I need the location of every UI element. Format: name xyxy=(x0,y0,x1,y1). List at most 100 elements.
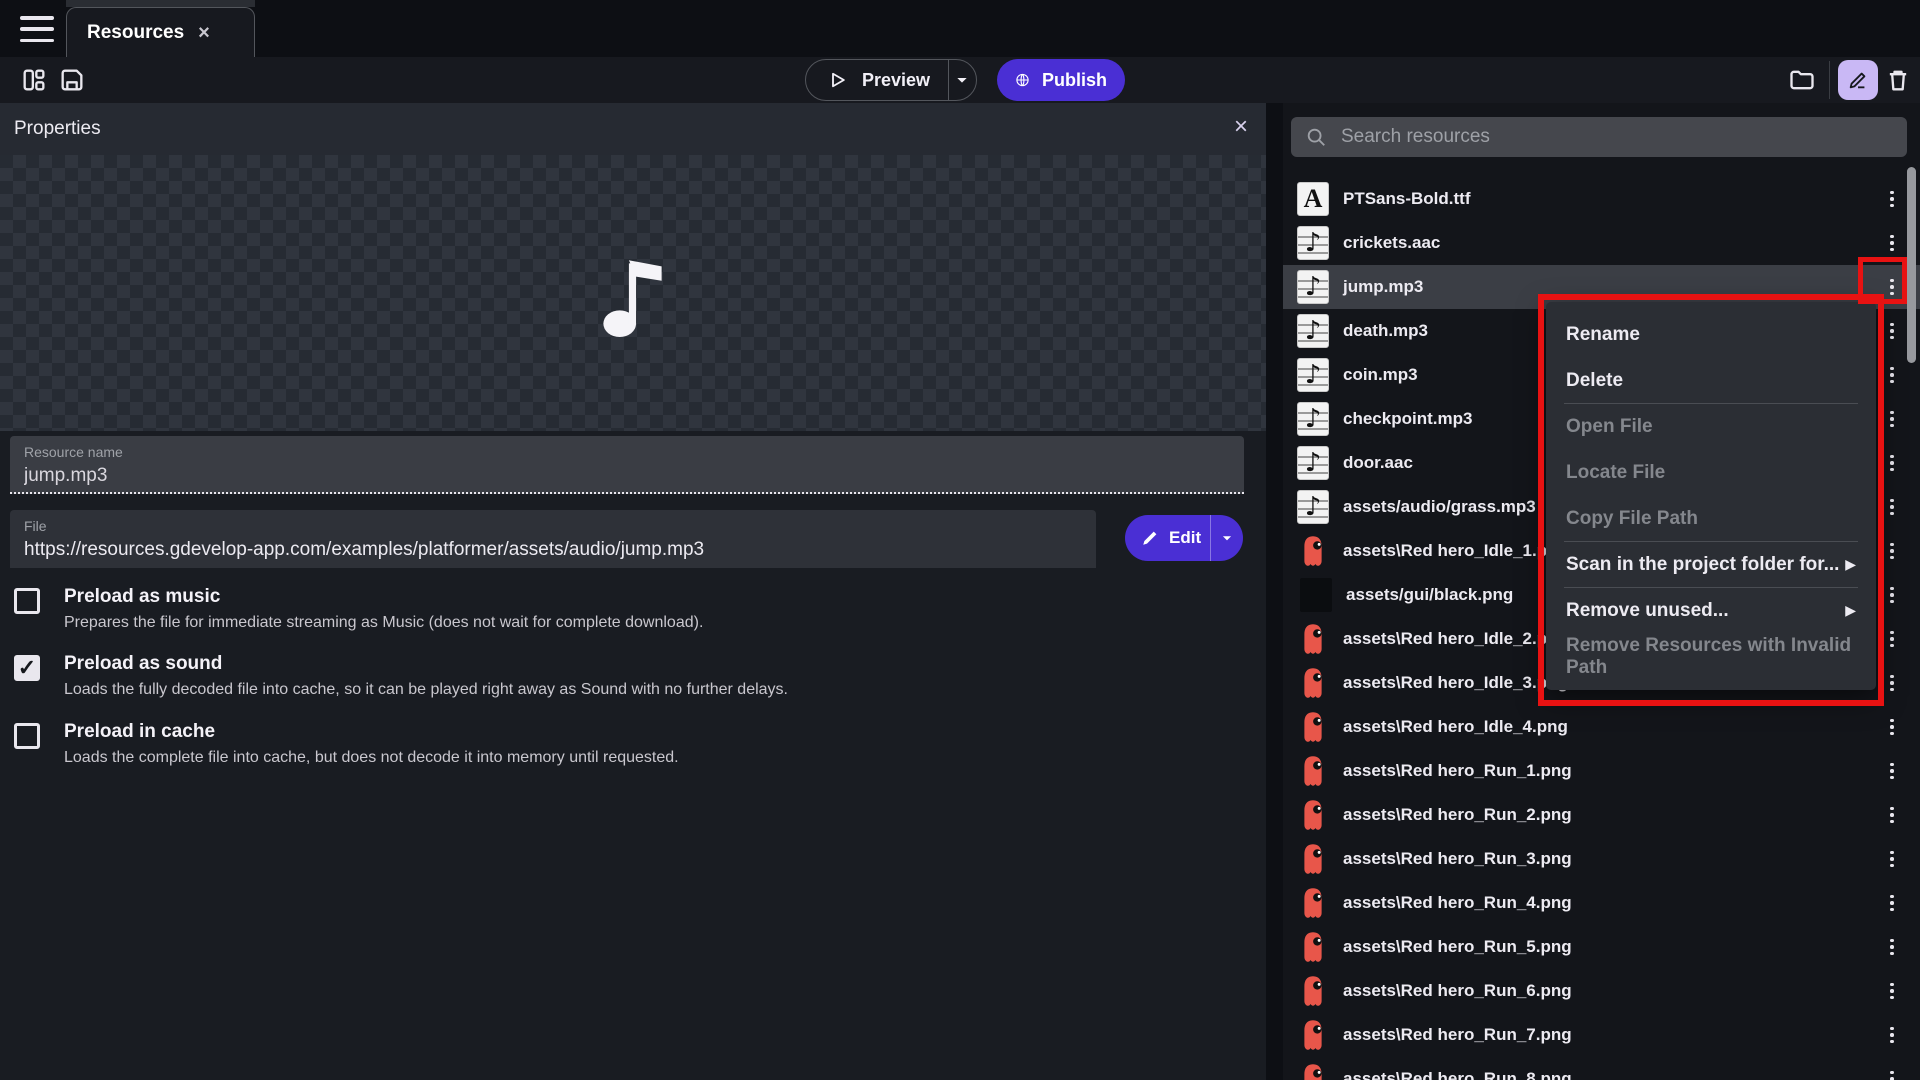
resource-name: assets\Red hero_Run_4.png xyxy=(1343,893,1572,913)
menu-item-label: Copy File Path xyxy=(1566,508,1698,530)
resource-row[interactable]: ♪ A assets\Red hero_Run_2.png xyxy=(1283,793,1920,837)
row-menu-icon[interactable] xyxy=(1882,761,1902,781)
resource-name: door.aac xyxy=(1343,453,1413,473)
row-menu-icon[interactable] xyxy=(1882,981,1902,1001)
checkbox-label[interactable]: Preload as music xyxy=(64,584,1114,610)
checkbox-label[interactable]: Preload as sound xyxy=(64,651,1114,677)
row-menu-icon[interactable] xyxy=(1882,453,1902,473)
menu-item-label: Open File xyxy=(1566,416,1653,438)
resource-row[interactable]: ♪ A assets\Red hero_Run_8.png xyxy=(1283,1057,1920,1080)
row-menu-icon[interactable] xyxy=(1882,233,1902,253)
edit-dropdown-caret[interactable] xyxy=(1211,531,1243,545)
edit-file-button[interactable]: Edit xyxy=(1125,515,1243,561)
checkbox-unchecked[interactable] xyxy=(14,588,40,614)
checkbox-description: Loads the fully decoded file into cache,… xyxy=(64,681,1114,699)
resource-row[interactable]: ♪ A assets\Red hero_Run_6.png xyxy=(1283,969,1920,1013)
properties-panel: Properties × Resource name jump.mp3 File… xyxy=(0,103,1266,1080)
layout-icon[interactable] xyxy=(20,66,48,94)
row-menu-icon[interactable] xyxy=(1882,673,1902,693)
main-toolbar: Preview Publish xyxy=(0,57,1920,103)
context-menu-item[interactable]: Open File ▶ xyxy=(1546,404,1876,450)
resource-name: assets\Red hero_Run_2.png xyxy=(1343,805,1572,825)
trash-icon[interactable] xyxy=(1884,66,1912,94)
row-menu-icon[interactable] xyxy=(1882,585,1902,605)
checkbox-label[interactable]: Preload in cache xyxy=(64,719,1114,745)
resource-row[interactable]: ♪ A assets\Red hero_Run_5.png xyxy=(1283,925,1920,969)
search-placeholder: Search resources xyxy=(1341,126,1490,148)
close-icon[interactable]: × xyxy=(1234,115,1248,139)
row-menu-icon[interactable] xyxy=(1882,277,1902,297)
file-value[interactable]: https://resources.gdevelop-app.com/examp… xyxy=(24,539,1082,561)
tab-bar: Home × Level × Level (Events) × xyxy=(0,0,1920,57)
publish-button[interactable]: Publish xyxy=(997,59,1125,101)
checkbox-checked[interactable]: ✓ xyxy=(14,655,40,681)
properties-title: Properties xyxy=(14,118,101,140)
play-icon xyxy=(828,70,848,90)
context-menu-item[interactable]: Remove unused... ▶ xyxy=(1546,588,1876,634)
file-field[interactable]: File https://resources.gdevelop-app.com/… xyxy=(10,510,1096,568)
editor-tab[interactable]: Resources × xyxy=(66,7,255,57)
chevron-down-icon xyxy=(1220,531,1234,545)
folder-icon[interactable] xyxy=(1788,66,1816,94)
row-menu-icon[interactable] xyxy=(1882,1069,1902,1080)
row-menu-icon[interactable] xyxy=(1882,365,1902,385)
preview-dropdown-caret[interactable] xyxy=(949,72,976,88)
edit-label: Edit xyxy=(1169,528,1201,548)
hamburger-menu-icon[interactable] xyxy=(20,16,54,42)
context-menu-item[interactable]: Locate File ▶ xyxy=(1546,450,1876,496)
context-menu-item[interactable]: Rename ▶ xyxy=(1546,312,1876,358)
globe-icon xyxy=(1015,69,1030,91)
pencil-icon xyxy=(1847,69,1869,91)
context-menu-item[interactable]: Copy File Path ▶ xyxy=(1546,496,1876,542)
checkbox-unchecked[interactable] xyxy=(14,723,40,749)
resource-name: assets\Red hero_Run_6.png xyxy=(1343,981,1572,1001)
resource-name: assets\Red hero_Idle_3.png xyxy=(1343,673,1568,693)
image-thumbnail-icon xyxy=(1297,754,1329,788)
editor-tab[interactable]: Level (Events) × xyxy=(66,0,255,7)
menu-item-label: Rename xyxy=(1566,324,1640,346)
resource-name-field[interactable]: Resource name jump.mp3 xyxy=(10,436,1244,494)
audio-file-icon: ♪ xyxy=(1297,490,1329,524)
row-menu-icon[interactable] xyxy=(1882,629,1902,649)
resource-name: death.mp3 xyxy=(1343,321,1428,341)
resource-name-value[interactable]: jump.mp3 xyxy=(24,465,1230,487)
row-menu-icon[interactable] xyxy=(1882,937,1902,957)
row-menu-icon[interactable] xyxy=(1882,189,1902,209)
context-menu-item[interactable]: Scan in the project folder for... ▶ xyxy=(1546,542,1876,588)
row-menu-icon[interactable] xyxy=(1882,717,1902,737)
row-menu-icon[interactable] xyxy=(1882,497,1902,517)
resource-name: crickets.aac xyxy=(1343,233,1440,253)
row-menu-icon[interactable] xyxy=(1882,409,1902,429)
resource-row[interactable]: ♪ A assets\Red hero_Idle_4.png xyxy=(1283,705,1920,749)
resource-name: assets\Red hero_Idle_4.png xyxy=(1343,717,1568,737)
resource-row[interactable]: ♪ A assets\Red hero_Run_4.png xyxy=(1283,881,1920,925)
resource-name: jump.mp3 xyxy=(1343,277,1423,297)
menu-item-label: Remove unused... xyxy=(1566,600,1729,622)
resource-row[interactable]: ♪ A crickets.aac xyxy=(1283,221,1920,265)
resource-context-menu: Rename ▶ Delete ▶ Open File ▶ Locate Fil… xyxy=(1546,302,1876,690)
image-thumbnail-icon xyxy=(1297,1018,1329,1052)
save-icon[interactable] xyxy=(58,66,86,94)
resource-row[interactable]: ♪ A assets\Red hero_Run_3.png xyxy=(1283,837,1920,881)
row-menu-icon[interactable] xyxy=(1882,541,1902,561)
resource-name: assets\Red hero_Idle_2.png xyxy=(1343,629,1568,649)
edit-mode-button[interactable] xyxy=(1838,60,1878,100)
row-menu-icon[interactable] xyxy=(1882,893,1902,913)
resource-name: PTSans-Bold.ttf xyxy=(1343,189,1471,209)
search-input[interactable]: Search resources xyxy=(1291,117,1907,157)
audio-file-icon: ♪ xyxy=(1297,358,1329,392)
row-menu-icon[interactable] xyxy=(1882,849,1902,869)
font-file-icon: A xyxy=(1297,182,1329,216)
row-menu-icon[interactable] xyxy=(1882,1025,1902,1045)
resource-row[interactable]: ♪ A PTSans-Bold.ttf xyxy=(1283,177,1920,221)
tab-close-icon[interactable]: × xyxy=(196,23,212,43)
resource-row[interactable]: ♪ A assets\Red hero_Run_1.png xyxy=(1283,749,1920,793)
scrollbar-thumb[interactable] xyxy=(1907,167,1916,363)
row-menu-icon[interactable] xyxy=(1882,321,1902,341)
resource-row[interactable]: ♪ A assets\Red hero_Run_7.png xyxy=(1283,1013,1920,1057)
resource-name: assets\Red hero_Run_1.png xyxy=(1343,761,1572,781)
context-menu-item[interactable]: Delete ▶ xyxy=(1546,358,1876,404)
row-menu-icon[interactable] xyxy=(1882,805,1902,825)
context-menu-item[interactable]: Remove Resources with Invalid Path ▶ xyxy=(1546,634,1876,680)
preview-button[interactable]: Preview xyxy=(805,59,977,101)
